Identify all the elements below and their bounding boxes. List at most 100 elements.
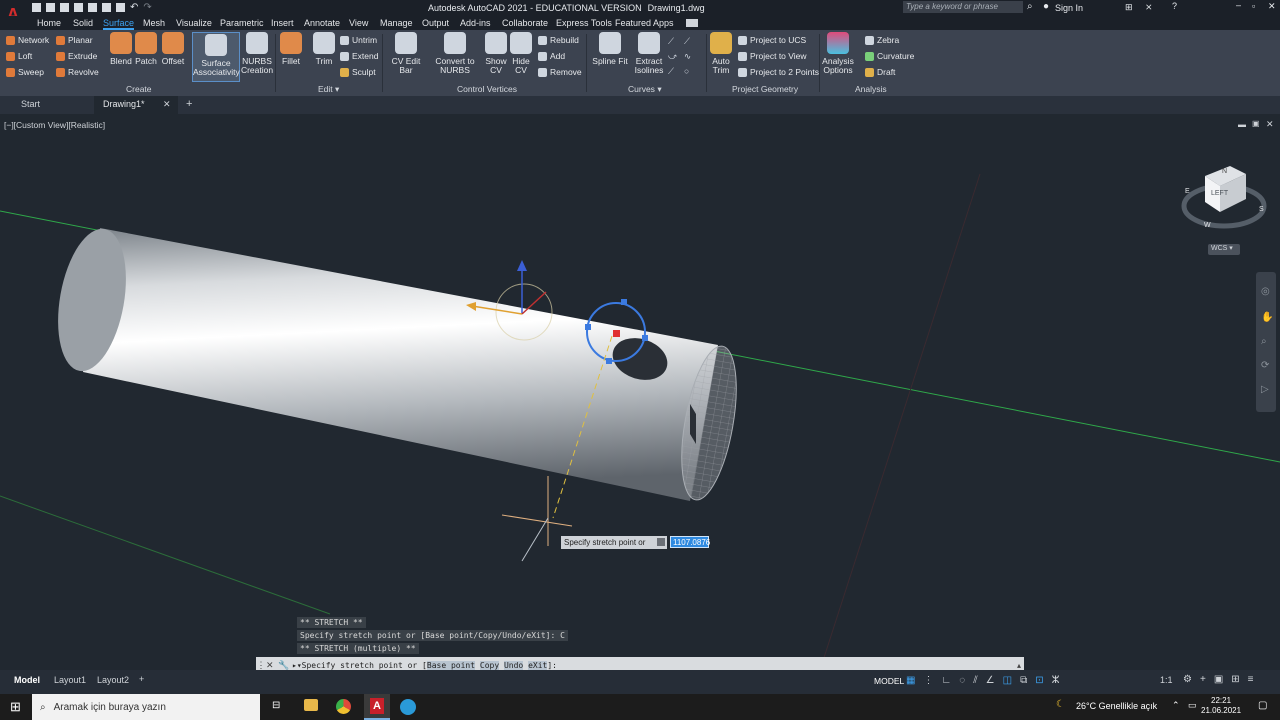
scale-display[interactable]: 1:1 xyxy=(1160,675,1173,685)
spline-icon[interactable]: ∿ xyxy=(684,51,696,62)
annotation-visibility-icon[interactable]: ⵣ xyxy=(1052,675,1060,686)
ortho-icon[interactable]: ∟ xyxy=(941,675,951,686)
command-line[interactable]: ⋮ ✕ 🔧 ▸▾Specify stretch point or [Base p… xyxy=(256,657,1024,670)
tab-collaborate[interactable]: Collaborate xyxy=(502,18,548,28)
tab-manage[interactable]: Manage xyxy=(380,18,413,28)
command-history-toggle-icon[interactable]: ▴ xyxy=(1017,661,1021,670)
show-cv-button[interactable]: Show CV xyxy=(485,32,507,75)
drawing-viewport[interactable]: [−][Custom View][Realistic] ▬ ▣ ✕ LEFT N… xyxy=(0,114,1280,670)
hardware-acceleration-icon[interactable]: ▣ xyxy=(1214,674,1223,685)
tab-express-tools[interactable]: Express Tools xyxy=(556,18,612,28)
grip[interactable] xyxy=(621,299,627,305)
viewport-minimize-icon[interactable]: ▬ xyxy=(1238,120,1246,129)
gear-icon[interactable]: ⚙ xyxy=(1183,674,1192,685)
tab-layout2[interactable]: Layout2 xyxy=(97,675,129,685)
search-box[interactable]: Type a keyword or phrase xyxy=(903,1,1023,13)
object-snap-tracking-icon[interactable]: ∠ xyxy=(986,675,995,686)
new-icon[interactable] xyxy=(32,3,41,12)
tab-start[interactable]: Start xyxy=(21,99,40,109)
cart-icon[interactable]: ⊞ xyxy=(1125,2,1133,13)
command-input[interactable]: ▸▾Specify stretch point or [Base point C… xyxy=(292,660,557,670)
search-icon[interactable]: ⌕ xyxy=(1027,1,1033,12)
object-snap-icon[interactable]: ◫ xyxy=(1003,675,1012,686)
model-space-toggle[interactable]: MODEL xyxy=(874,676,904,686)
open-icon[interactable] xyxy=(46,3,55,12)
weather-text[interactable]: 26°C Genellikle açık xyxy=(1076,701,1157,711)
blend-button[interactable]: Blend xyxy=(110,32,132,66)
options-arrow-icon[interactable] xyxy=(657,538,665,546)
rebuild-button[interactable]: Rebuild xyxy=(538,35,579,45)
new-tab-button[interactable]: + xyxy=(186,98,192,110)
offset-button[interactable]: Offset xyxy=(160,32,186,66)
extract-isolines-button[interactable]: Extract Isolines xyxy=(634,32,664,75)
tab-featured-apps[interactable]: Featured Apps xyxy=(615,18,674,28)
extrude-button[interactable]: Extrude xyxy=(56,51,97,61)
revolve-button[interactable]: Revolve xyxy=(56,67,99,77)
line-icon[interactable]: ⟋ xyxy=(668,36,680,47)
analysis-panel-title[interactable]: Analysis xyxy=(855,84,887,94)
network-button[interactable]: Network xyxy=(6,35,49,45)
fillet-button[interactable]: Fillet xyxy=(280,32,302,66)
curves-panel-title[interactable]: Curves ▾ xyxy=(628,84,662,95)
tab-annotate[interactable]: Annotate xyxy=(304,18,340,28)
notifications-icon[interactable]: ▢ xyxy=(1258,700,1267,711)
loft-button[interactable]: Loft xyxy=(6,51,32,61)
sweep-button[interactable]: Sweep xyxy=(6,67,44,77)
steering-wheel-icon[interactable]: ◎ xyxy=(1261,286,1270,297)
save-icon[interactable] xyxy=(60,3,69,12)
remove-button[interactable]: Remove xyxy=(538,67,582,77)
analysis-options-button[interactable]: Analysis Options xyxy=(822,32,854,75)
customize-icon[interactable]: 🔧 xyxy=(278,660,292,671)
create-panel-title[interactable]: Create xyxy=(126,84,152,94)
close-tab-icon[interactable]: ✕ xyxy=(163,99,171,110)
weather-icon[interactable]: ☾ xyxy=(1056,699,1065,710)
tab-add-ins[interactable]: Add-ins xyxy=(460,18,491,28)
tab-layout1[interactable]: Layout1 xyxy=(54,675,86,685)
help-icon[interactable]: ? xyxy=(1172,1,1177,11)
control-vertices-panel-title[interactable]: Control Vertices xyxy=(457,84,517,94)
grip[interactable] xyxy=(642,335,648,341)
zoom-icon[interactable]: ⌕ xyxy=(1261,336,1267,347)
option-exit[interactable]: eXit xyxy=(528,660,548,670)
model-canvas[interactable] xyxy=(0,114,1280,670)
save-web-icon[interactable] xyxy=(102,3,111,12)
dynamic-input-value[interactable]: 1107.0876 xyxy=(670,536,710,548)
viewport-restore-icon[interactable]: ▣ xyxy=(1252,119,1260,128)
edit-panel-title[interactable]: Edit ▾ xyxy=(318,84,339,95)
nurbs-creation-button[interactable]: NURBS Creation xyxy=(241,32,273,75)
sculpt-button[interactable]: Sculpt xyxy=(340,67,376,77)
chrome-icon[interactable] xyxy=(336,699,351,714)
tab-home[interactable]: Home xyxy=(37,18,61,28)
option-base-point[interactable]: Base point xyxy=(426,660,476,670)
project-to-ucs-button[interactable]: Project to UCS xyxy=(738,35,806,45)
sign-in-link[interactable]: Sign In xyxy=(1055,3,1083,13)
circle-icon[interactable]: ○ xyxy=(684,66,696,77)
polyline-icon[interactable]: ⤻ xyxy=(668,51,680,62)
minimize-icon[interactable]: – xyxy=(1236,0,1241,10)
snap-icon[interactable]: ⋮ xyxy=(923,675,933,686)
project-to-2-points-button[interactable]: Project to 2 Points xyxy=(738,67,819,77)
plot-icon[interactable] xyxy=(116,3,125,12)
tab-output[interactable]: Output xyxy=(422,18,449,28)
spline-fit-button[interactable]: Spline Fit xyxy=(592,32,628,66)
meet-now-icon[interactable] xyxy=(400,699,416,715)
compass-w[interactable]: W xyxy=(1204,222,1211,229)
tab-visualize[interactable]: Visualize xyxy=(176,18,212,28)
trim-button[interactable]: Trim xyxy=(313,32,335,66)
project-geometry-panel-title[interactable]: Project Geometry xyxy=(732,84,798,94)
close-cmd-icon[interactable]: ✕ xyxy=(266,660,278,671)
tab-solid[interactable]: Solid xyxy=(73,18,93,28)
cylinder-solid[interactable] xyxy=(48,224,746,504)
customize-status-icon[interactable]: ≡ xyxy=(1248,674,1254,685)
tab-surface[interactable]: Surface xyxy=(103,18,135,30)
arc-icon[interactable]: ⟋ xyxy=(684,36,696,47)
zebra-button[interactable]: Zebra xyxy=(865,35,899,45)
tab-mesh[interactable]: Mesh xyxy=(143,18,165,28)
grip[interactable] xyxy=(585,324,591,330)
close-icon[interactable]: ✕ xyxy=(1268,1,1276,12)
save-as-icon[interactable] xyxy=(74,3,83,12)
patch-button[interactable]: Patch xyxy=(135,32,157,66)
command-dropdown-icon[interactable]: ▸▾ xyxy=(292,661,302,670)
plus-icon[interactable]: + xyxy=(1200,674,1206,685)
isolate-icon[interactable]: ⊞ xyxy=(1231,674,1239,685)
